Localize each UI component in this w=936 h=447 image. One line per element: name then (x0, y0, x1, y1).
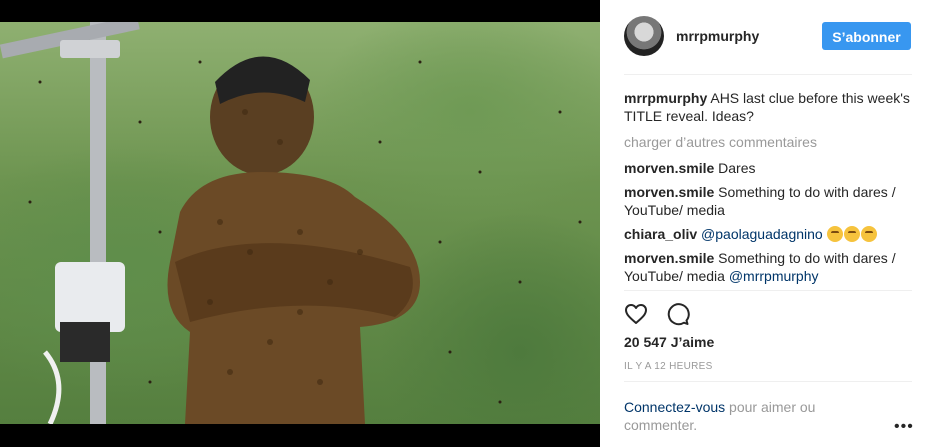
more-options-icon[interactable]: ••• (894, 418, 914, 436)
list-item: morven.smile Something to do with dares … (624, 249, 914, 285)
comment-text: Dares (718, 160, 756, 176)
follow-button[interactable]: S’abonner (822, 22, 911, 50)
comment-username[interactable]: chiara_oliv (624, 226, 697, 242)
caption: mrrpmurphy AHS last clue before this wee… (624, 89, 914, 125)
post-actions (624, 302, 704, 328)
thinking-face-emoji (843, 226, 860, 242)
login-prompt: Connectez-vous pour aimer ou commenter. (624, 398, 874, 434)
header-username[interactable]: mrrpmurphy (676, 28, 759, 44)
media-area (0, 0, 600, 447)
comment-username[interactable]: morven.smile (624, 184, 714, 200)
heart-icon[interactable] (624, 302, 648, 326)
list-item: morven.smile Dares (624, 159, 914, 177)
post-side-panel: mrrpmurphy S’abonner mrrpmurphy AHS last… (600, 0, 936, 447)
comment-icon[interactable] (666, 302, 691, 326)
comments-list: mrrpmurphy AHS last clue before this wee… (624, 89, 914, 291)
comment-username[interactable]: morven.smile (624, 160, 714, 176)
avatar[interactable] (624, 16, 664, 56)
post-header: mrrpmurphy S’abonner (600, 0, 936, 74)
list-item: morven.smile Something to do with dares … (624, 183, 914, 219)
beekeeper-photo (0, 22, 582, 424)
divider (624, 290, 912, 291)
comment-mention[interactable]: @mrrpmurphy (729, 268, 819, 284)
caption-username[interactable]: mrrpmurphy (624, 90, 707, 106)
instagram-post: mrrpmurphy S’abonner mrrpmurphy AHS last… (0, 0, 936, 447)
likes-count[interactable]: 20 547 J’aime (624, 334, 714, 350)
comment-mention[interactable]: @paolaguadagnino (701, 226, 823, 242)
thinking-face-emoji (826, 226, 843, 242)
divider (624, 74, 912, 75)
divider (624, 381, 912, 382)
comment-username[interactable]: morven.smile (624, 250, 714, 266)
login-link[interactable]: Connectez-vous (624, 399, 725, 415)
load-more-comments-link[interactable]: charger d’autres commentaires (624, 133, 914, 151)
post-timestamp[interactable]: IL Y A 12 HEURES (624, 361, 713, 372)
post-photo[interactable] (0, 22, 600, 424)
thinking-face-emoji (860, 226, 877, 242)
list-item: chiara_oliv @paolaguadagnino (624, 225, 914, 243)
